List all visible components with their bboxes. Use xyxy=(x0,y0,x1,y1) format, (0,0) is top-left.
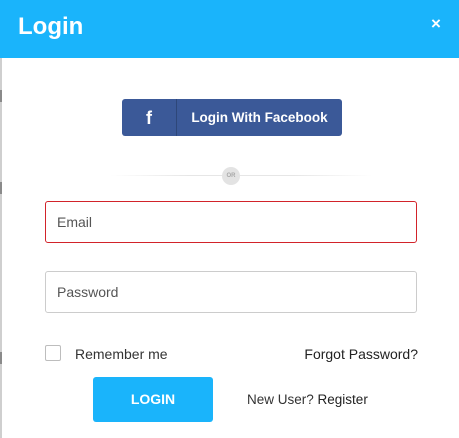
remember-me-checkbox[interactable] xyxy=(45,345,61,361)
login-modal: Login × f Login With Facebook OR Remembe… xyxy=(0,0,459,438)
backdrop-tick xyxy=(0,182,2,194)
or-divider-badge: OR xyxy=(222,167,240,185)
register-link[interactable]: Register xyxy=(318,392,368,407)
facebook-icon-box: f xyxy=(122,99,177,136)
or-divider-line xyxy=(110,175,372,176)
password-field[interactable] xyxy=(45,271,417,313)
email-field[interactable] xyxy=(45,201,417,243)
remember-me-control[interactable]: Remember me xyxy=(45,345,195,363)
facebook-button-label: Login With Facebook xyxy=(191,110,328,125)
modal-title: Login xyxy=(18,13,84,40)
backdrop-tick xyxy=(0,352,2,364)
close-icon[interactable]: × xyxy=(426,13,446,35)
login-with-facebook-button[interactable]: f Login With Facebook xyxy=(122,99,342,136)
login-button[interactable]: LOGIN xyxy=(93,377,213,422)
new-user-prompt: New User? Register xyxy=(247,392,368,407)
backdrop-tick xyxy=(0,90,2,102)
forgot-password-link[interactable]: Forgot Password? xyxy=(304,346,418,362)
backdrop-edge xyxy=(0,58,2,438)
facebook-icon: f xyxy=(146,107,152,128)
modal-header: Login × xyxy=(0,0,459,58)
new-user-text: New User? xyxy=(247,392,314,407)
remember-me-label: Remember me xyxy=(75,346,168,362)
